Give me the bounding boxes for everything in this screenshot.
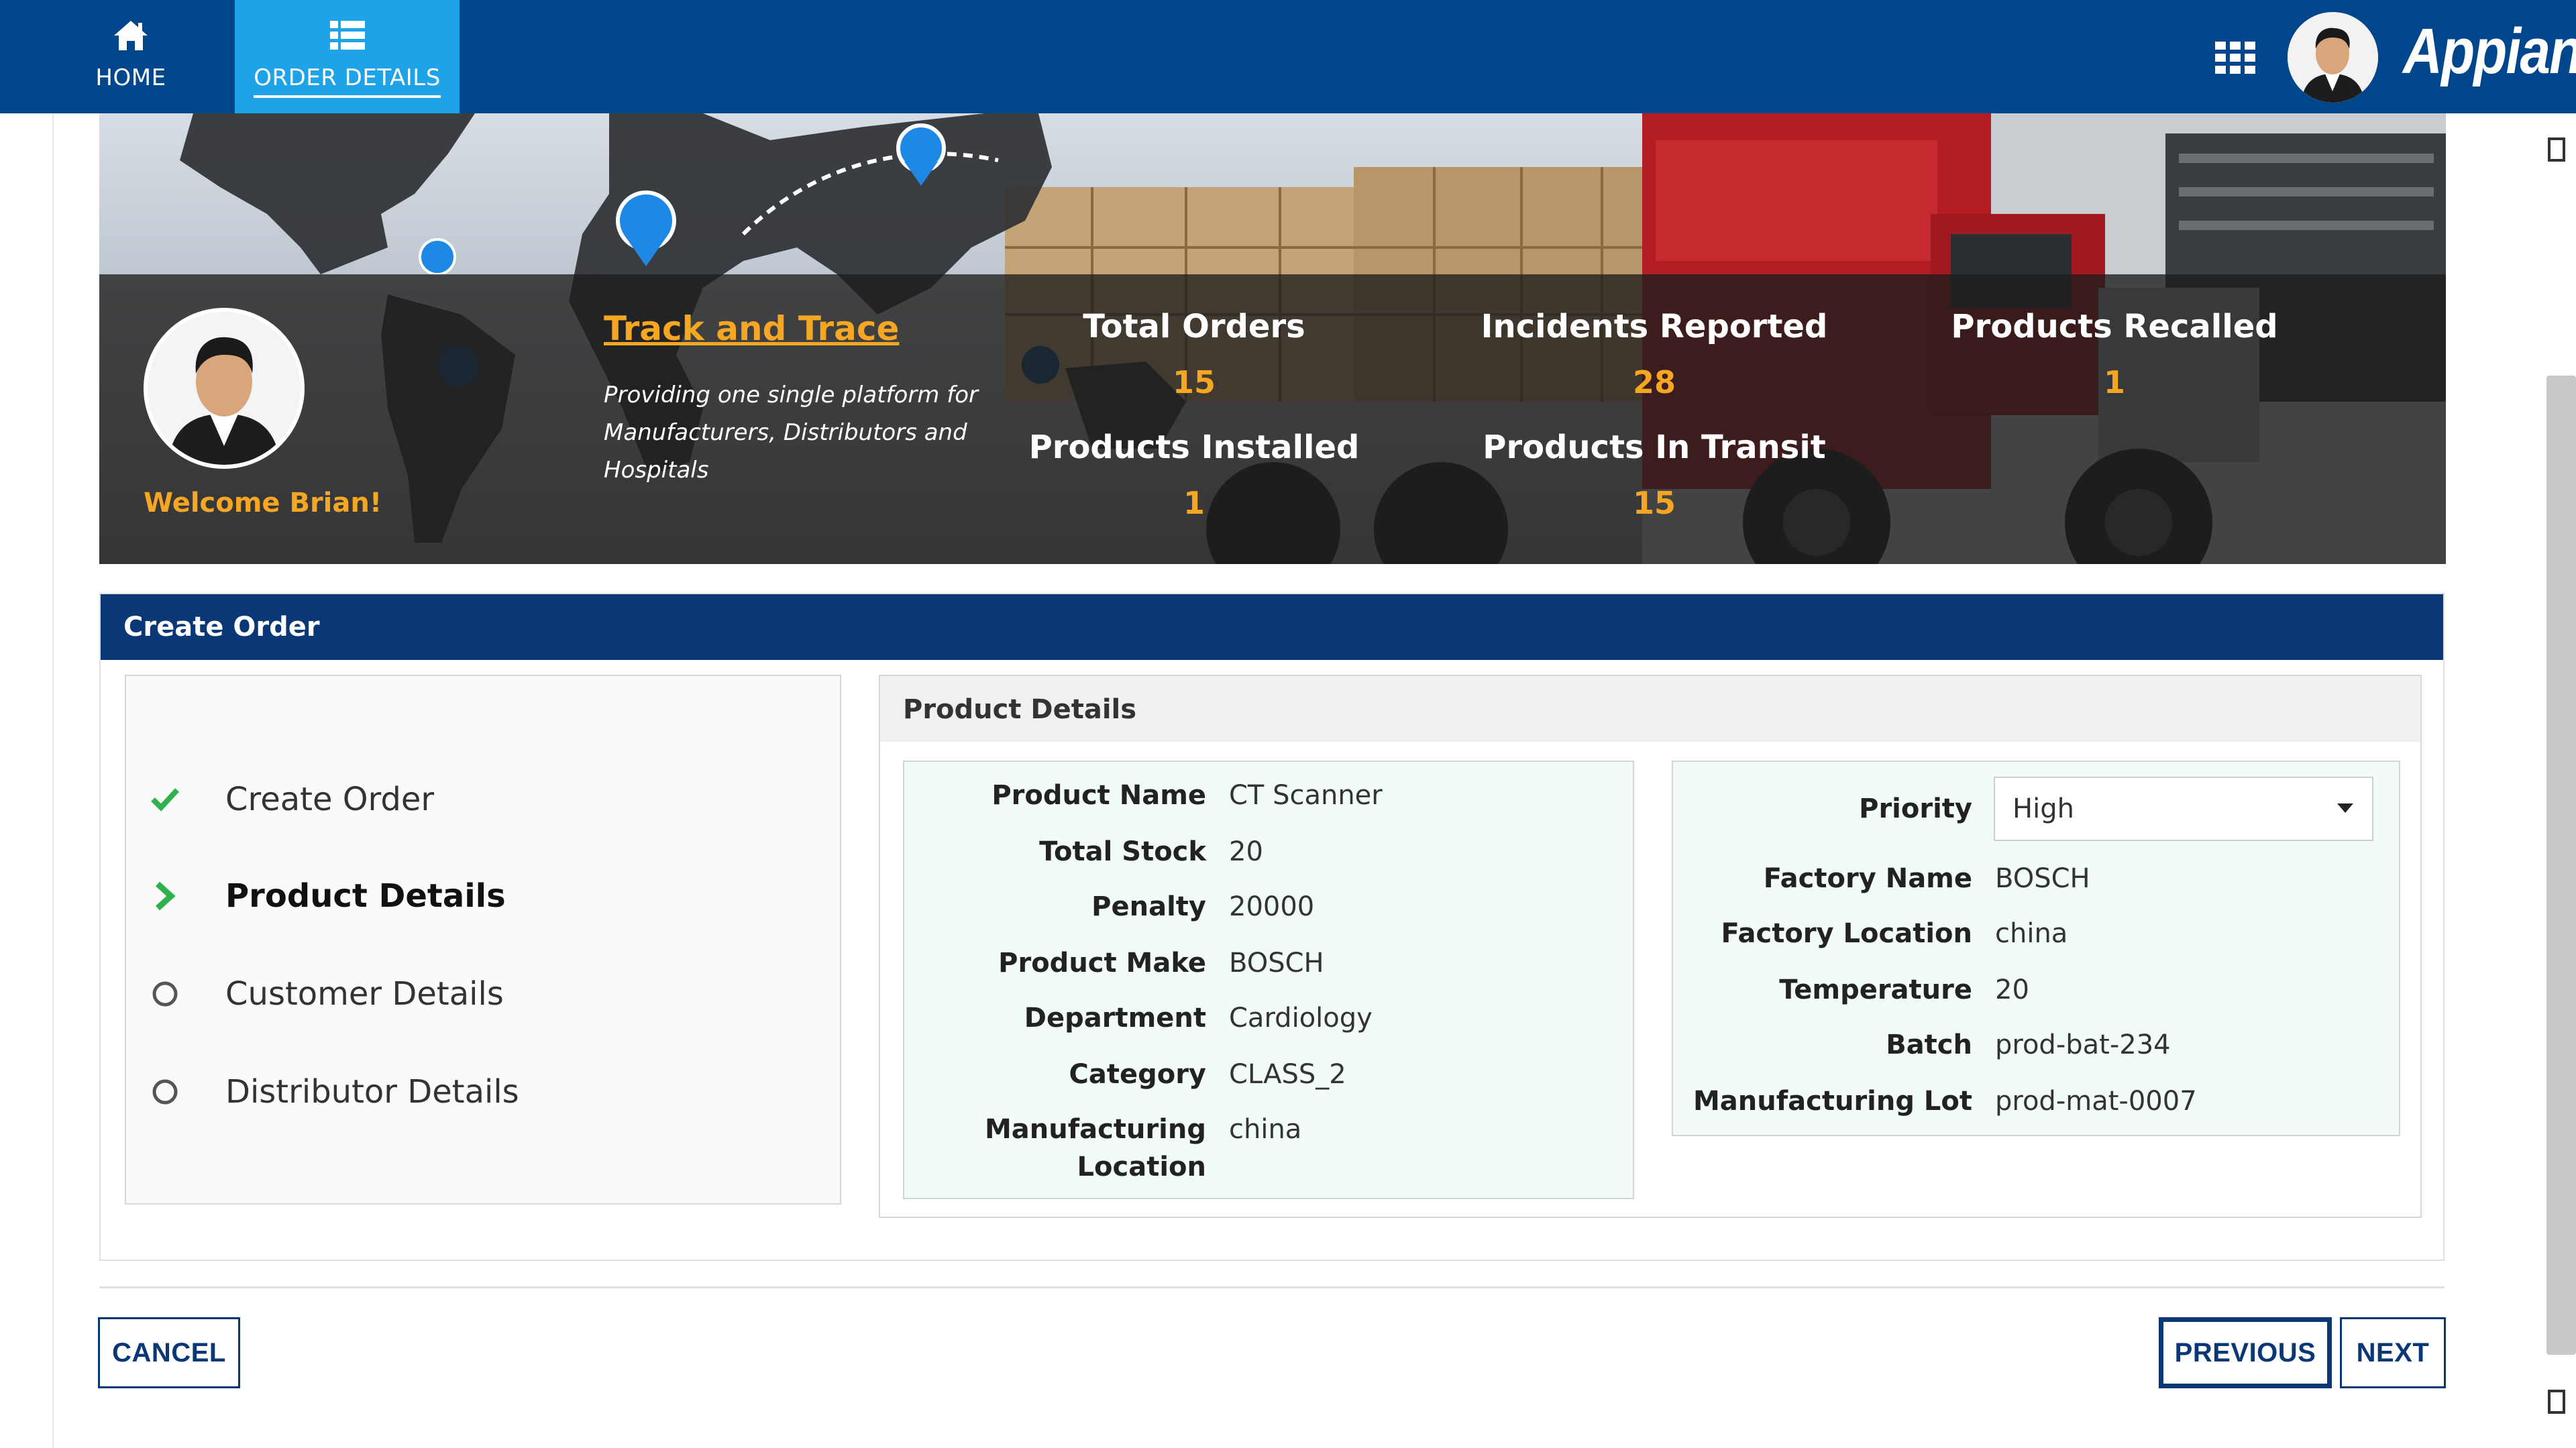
product-info-card: Product Name CT Scanner Total Stock 20 P… (903, 761, 1634, 1199)
circle-outline-icon (149, 1076, 181, 1108)
priority-select[interactable]: High (1994, 777, 2373, 841)
stat-total-orders: Total Orders 15 (1020, 308, 1368, 400)
stat-value: 28 (1632, 364, 1676, 400)
track-description: Providing one single platform for Manufa… (604, 382, 978, 484)
checkmark-icon (149, 783, 181, 816)
caret-down-icon (2337, 803, 2353, 813)
field-value: china (1995, 918, 2068, 949)
field-label: Penalty (1091, 891, 1206, 922)
step-create-order[interactable]: Create Order (126, 773, 837, 826)
nav-tab-order-details[interactable]: ORDER DETAILS (235, 0, 460, 113)
list-icon (329, 19, 366, 52)
stat-label: Total Orders (1083, 308, 1305, 345)
stat-products-installed: Products Installed 1 (1020, 429, 1368, 521)
field-label: Temperature (1779, 974, 1972, 1005)
step-distributor-details[interactable]: Distributor Details (126, 1065, 837, 1119)
user-avatar[interactable] (2288, 12, 2378, 103)
scrollbar-thumb[interactable] (2546, 376, 2576, 1355)
stat-value: 1 (1183, 485, 1205, 521)
field-label: Batch (1886, 1029, 1972, 1060)
stat-products-in-transit: Products In Transit 15 (1480, 429, 1829, 521)
top-nav-bar: HOME ORDER DETAILS Appian (0, 0, 2576, 113)
step-label: Distributor Details (225, 1073, 519, 1111)
stat-label: Products Recalled (1951, 308, 2278, 345)
stat-label: Incidents Reported (1481, 308, 1828, 345)
previous-button[interactable]: PREVIOUS (2159, 1317, 2332, 1388)
circle-outline-icon (149, 978, 181, 1010)
field-value: CLASS_2 (1229, 1059, 1346, 1090)
step-label: Customer Details (225, 975, 504, 1013)
stat-label: Products In Transit (1483, 429, 1826, 466)
appian-logo: Appian (2403, 15, 2576, 87)
field-label: Manufacturing Lot (1693, 1086, 1972, 1117)
factory-info-card: Priority High Factory Name BOSCH Factory… (1672, 761, 2400, 1136)
field-label: Factory Location (1721, 918, 1972, 949)
field-label: Product Make (998, 948, 1206, 979)
stat-products-recalled: Products Recalled 1 (1940, 308, 2289, 400)
field-label: Total Stock (1039, 836, 1206, 867)
field-value: BOSCH (1995, 863, 2090, 894)
field-label-line2: Location (1077, 1152, 1206, 1182)
app-grid-icon[interactable] (2215, 42, 2257, 74)
field-label: Priority (1859, 793, 1972, 824)
field-label: Product Name (991, 780, 1206, 811)
step-label: Create Order (225, 781, 435, 818)
field-label: Department (1024, 1003, 1206, 1034)
stat-label: Products Installed (1028, 429, 1360, 466)
nav-tab-home[interactable]: HOME (60, 0, 201, 113)
field-value: prod-bat-234 (1995, 1029, 2171, 1060)
wizard-steps: Create Order Product Details Customer De… (125, 675, 841, 1205)
field-label: Factory Name (1763, 863, 1972, 894)
home-icon (113, 19, 149, 52)
step-customer-details[interactable]: Customer Details (126, 967, 837, 1021)
field-label: Manufacturing (985, 1114, 1206, 1145)
hero-banner: Welcome Brian! Track and Trace Providing… (99, 113, 2446, 564)
welcome-message: Welcome Brian! (144, 488, 382, 518)
scroll-up-arrow-icon[interactable] (2548, 137, 2565, 162)
section-title: Product Details (880, 676, 2420, 742)
chevron-right-icon (149, 880, 181, 912)
nav-order-details-label: ORDER DETAILS (254, 64, 441, 98)
priority-selected-value: High (2012, 793, 2074, 824)
next-button[interactable]: NEXT (2340, 1317, 2446, 1388)
step-label: Product Details (225, 877, 506, 915)
stat-value: 15 (1632, 485, 1676, 521)
field-value: Cardiology (1229, 1003, 1373, 1034)
scroll-down-arrow-icon[interactable] (2548, 1390, 2565, 1414)
welcome-avatar (144, 308, 305, 469)
page-left-border (52, 113, 54, 1448)
step-product-details[interactable]: Product Details (126, 869, 837, 923)
button-bar-divider (99, 1286, 2445, 1288)
create-order-panel: Create Order Create Order Product Detail… (99, 593, 2445, 1261)
field-value: CT Scanner (1229, 780, 1383, 811)
field-value: prod-mat-0007 (1995, 1086, 2197, 1117)
field-value: 20 (1229, 836, 1263, 867)
stat-incidents-reported: Incidents Reported 28 (1480, 308, 1829, 400)
stat-value: 15 (1172, 364, 1216, 400)
field-value: BOSCH (1229, 948, 1324, 979)
field-value: china (1229, 1114, 1302, 1145)
field-value: 20 (1995, 974, 2029, 1005)
panel-title: Create Order (101, 594, 2443, 660)
nav-home-label: HOME (95, 64, 166, 91)
product-details-section: Product Details Product Name CT Scanner … (879, 675, 2422, 1218)
field-value: 20000 (1229, 891, 1315, 922)
track-and-trace-link[interactable]: Track and Trace (604, 309, 899, 348)
stat-value: 1 (2103, 364, 2125, 400)
field-label: Category (1069, 1059, 1206, 1090)
cancel-button[interactable]: CANCEL (98, 1317, 240, 1388)
